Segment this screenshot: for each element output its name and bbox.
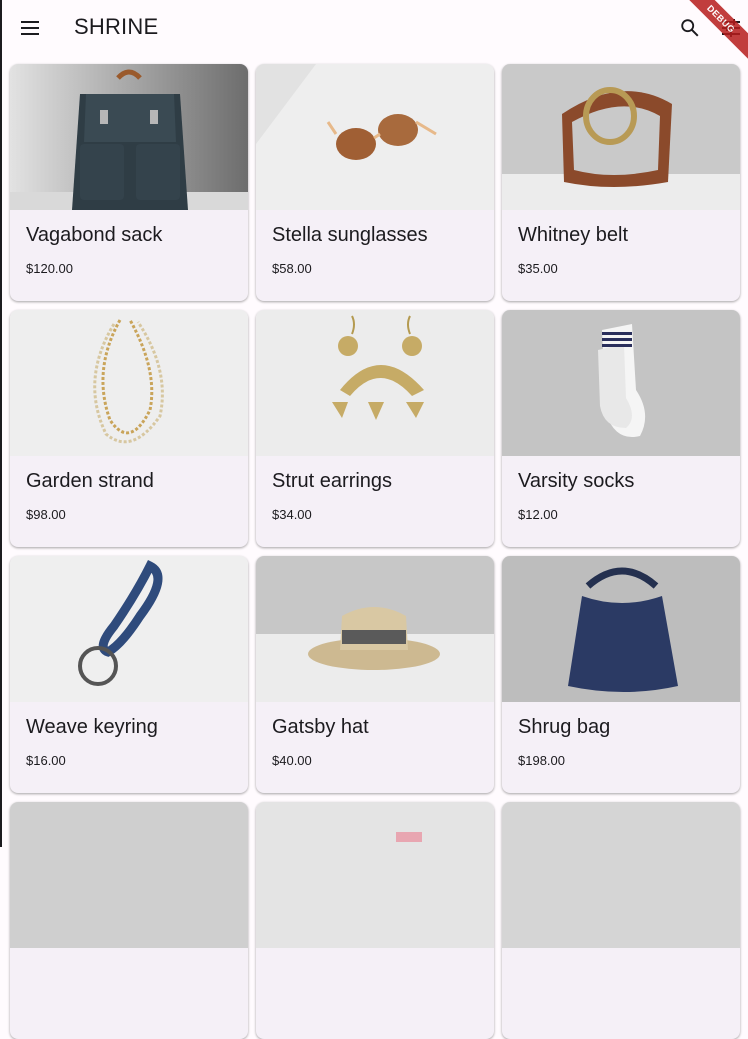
app-title: SHRINE	[74, 14, 159, 39]
product-name: Garden strand	[26, 470, 154, 492]
product-image-necklace	[10, 310, 248, 456]
app-bar: SHRINE DEBUG	[2, 0, 748, 65]
product-image	[10, 802, 248, 948]
product-name: Stella sunglasses	[272, 224, 428, 246]
product-image-socks	[502, 310, 740, 456]
product-price: $98.00	[26, 507, 66, 522]
product-image	[256, 802, 494, 948]
product-card[interactable]: Stella sunglasses $58.00	[256, 64, 494, 301]
product-card[interactable]: Whitney belt $35.00	[502, 64, 740, 301]
product-card[interactable]: Vagabond sack $120.00	[10, 64, 248, 301]
product-name: Weave keyring	[26, 716, 158, 738]
product-image-backpack	[10, 64, 248, 210]
product-image-keyring	[10, 556, 248, 702]
product-card[interactable]	[256, 802, 494, 1039]
product-image	[502, 802, 740, 948]
product-card[interactable]: Gatsby hat $40.00	[256, 556, 494, 793]
product-price: $16.00	[26, 753, 66, 768]
product-price: $198.00	[518, 753, 565, 768]
product-price: $40.00	[272, 753, 312, 768]
product-image-belt	[502, 64, 740, 210]
product-price: $35.00	[518, 261, 558, 276]
product-image-earrings	[256, 310, 494, 456]
product-name: Shrug bag	[518, 716, 611, 738]
product-price: $120.00	[26, 261, 73, 276]
product-name: Gatsby hat	[272, 716, 369, 738]
product-card[interactable]	[502, 802, 740, 1039]
product-image-hat	[256, 556, 494, 702]
product-price: $34.00	[272, 507, 312, 522]
menu-icon[interactable]	[18, 16, 42, 40]
product-name: Varsity socks	[518, 470, 635, 492]
product-card[interactable]	[10, 802, 248, 1039]
product-card[interactable]: Varsity socks $12.00	[502, 310, 740, 547]
product-card[interactable]: Shrug bag $198.00	[502, 556, 740, 793]
product-image-sunglasses	[256, 64, 494, 210]
product-name: Strut earrings	[272, 470, 393, 492]
product-price: $58.00	[272, 261, 312, 276]
product-card[interactable]: Weave keyring $16.00	[10, 556, 248, 793]
product-name: Whitney belt	[518, 224, 629, 246]
product-price: $12.00	[518, 507, 558, 522]
product-image-bag	[502, 556, 740, 702]
product-card[interactable]: Strut earrings $34.00	[256, 310, 494, 547]
product-card[interactable]: Garden strand $98.00	[10, 310, 248, 547]
product-name: Vagabond sack	[26, 224, 163, 246]
search-icon[interactable]	[679, 17, 701, 39]
